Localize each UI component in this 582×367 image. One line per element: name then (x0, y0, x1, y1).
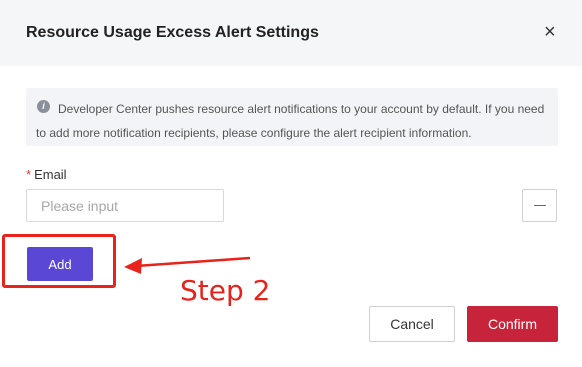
info-notice: Developer Center pushes resource alert n… (26, 88, 558, 146)
cancel-button[interactable]: Cancel (369, 306, 455, 342)
email-label: * Email (26, 167, 67, 182)
dialog-title: Resource Usage Excess Alert Settings (26, 24, 319, 41)
email-label-text: Email (34, 167, 67, 182)
confirm-button[interactable]: Confirm (467, 306, 558, 342)
alert-settings-dialog: Resource Usage Excess Alert Settings × D… (0, 0, 582, 367)
minus-icon (534, 205, 546, 206)
info-icon: i (37, 100, 50, 113)
annotation-highlight-box (2, 234, 116, 288)
required-mark: * (26, 167, 32, 182)
annotation-step-label: Step 2 (180, 274, 271, 307)
annotation-arrow-icon (124, 256, 251, 274)
email-field[interactable] (26, 189, 224, 222)
notice-text: Developer Center pushes resource alert n… (36, 102, 545, 140)
remove-recipient-button[interactable] (522, 189, 557, 222)
close-icon[interactable]: × (544, 22, 556, 42)
dialog-header: Resource Usage Excess Alert Settings × (0, 0, 582, 66)
